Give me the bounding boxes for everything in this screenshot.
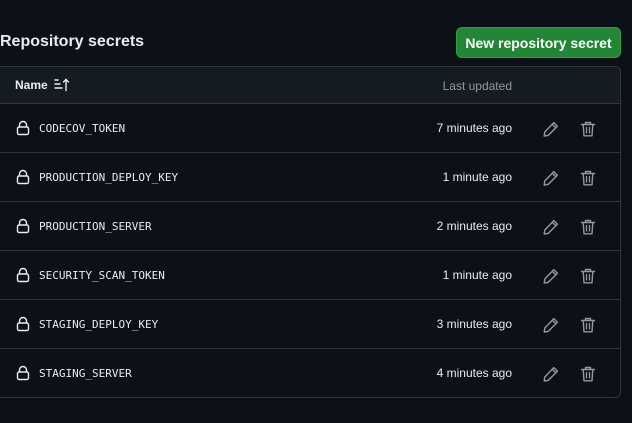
secret-row: STAGING_DEPLOY_KEY 3 minutes ago [0, 300, 620, 349]
sort-ascending-icon[interactable] [53, 78, 70, 92]
lock-icon [16, 120, 30, 136]
pencil-icon[interactable] [542, 316, 560, 334]
secret-last-updated: 1 minute ago [442, 170, 512, 184]
trash-icon[interactable] [579, 120, 597, 138]
pencil-icon[interactable] [542, 120, 560, 138]
new-repository-secret-button[interactable]: New repository secret [456, 27, 621, 58]
name-column-label: Name [15, 78, 48, 92]
page-title: Repository secrets [0, 33, 145, 50]
secret-name: STAGING_SERVER [39, 367, 132, 380]
pencil-icon[interactable] [542, 218, 560, 236]
lock-icon [16, 267, 30, 283]
name-column-header[interactable]: Name [15, 78, 70, 92]
pencil-icon[interactable] [542, 365, 560, 383]
pencil-icon[interactable] [542, 169, 560, 187]
secret-row: SECURITY_SCAN_TOKEN 1 minute ago [0, 251, 620, 300]
secret-last-updated: 7 minutes ago [436, 121, 512, 135]
trash-icon[interactable] [579, 218, 597, 236]
secret-last-updated: 4 minutes ago [436, 366, 512, 380]
secret-name: PRODUCTION_SERVER [39, 220, 152, 233]
lock-icon [16, 169, 30, 185]
secrets-page: Repository secrets New repository secret… [0, 0, 632, 423]
secret-last-updated: 2 minutes ago [436, 219, 512, 233]
secrets-table: Name Last updated CODECOV_TOKEN 7 minute… [0, 66, 621, 398]
trash-icon[interactable] [579, 169, 597, 187]
secret-last-updated: 1 minute ago [442, 268, 512, 282]
table-header: Name Last updated [0, 67, 620, 104]
lock-icon [16, 316, 30, 332]
trash-icon[interactable] [579, 365, 597, 383]
trash-icon[interactable] [579, 267, 597, 285]
last-updated-column-header: Last updated [442, 79, 512, 93]
secret-last-updated: 3 minutes ago [436, 317, 512, 331]
pencil-icon[interactable] [542, 267, 560, 285]
secret-name: STAGING_DEPLOY_KEY [39, 318, 159, 331]
secret-name: PRODUCTION_DEPLOY_KEY [39, 171, 179, 184]
secret-name: CODECOV_TOKEN [39, 122, 126, 135]
secrets-list: CODECOV_TOKEN 7 minutes ago PRODUCTION_D… [0, 104, 620, 397]
lock-icon [16, 365, 30, 381]
secret-row: CODECOV_TOKEN 7 minutes ago [0, 104, 620, 153]
secret-row: STAGING_SERVER 4 minutes ago [0, 349, 620, 397]
lock-icon [16, 218, 30, 234]
secret-name: SECURITY_SCAN_TOKEN [39, 269, 165, 282]
secret-row: PRODUCTION_SERVER 2 minutes ago [0, 202, 620, 251]
secret-row: PRODUCTION_DEPLOY_KEY 1 minute ago [0, 153, 620, 202]
trash-icon[interactable] [579, 316, 597, 334]
